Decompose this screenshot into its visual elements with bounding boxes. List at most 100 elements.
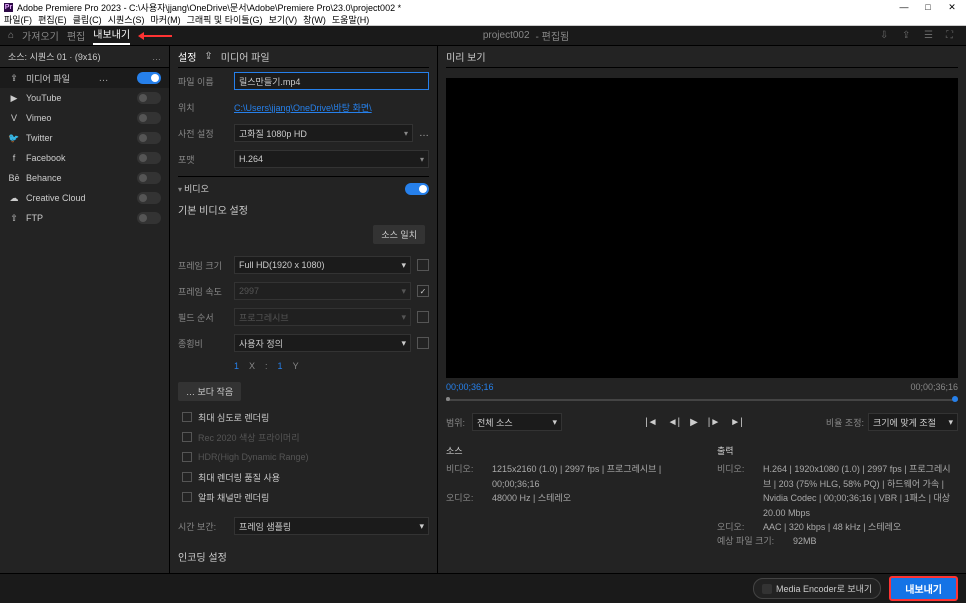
share-icon[interactable]: ⇪ [902, 30, 914, 42]
dest-vimeo[interactable]: VVimeo [0, 108, 169, 128]
step-back-button[interactable]: ◄| [668, 417, 681, 428]
cloud-icon: ☁ [8, 192, 20, 204]
send-to-media-encoder-button[interactable]: Media Encoder로 보내기 [753, 578, 881, 599]
chevron-down-icon: ▾ [420, 155, 424, 164]
timecode-current[interactable]: 00;00;36;16 [446, 382, 494, 392]
dest-facebook-toggle[interactable] [137, 152, 161, 164]
filename-input[interactable] [234, 72, 429, 90]
frame-size-match-checkbox[interactable] [417, 259, 429, 271]
video-section-toggle[interactable] [405, 183, 429, 195]
source-info: 소스 비디오:1215x2160 (1.0) | 2997 fps | 프로그레… [446, 444, 687, 549]
location-link[interactable]: C:\Users\jjang\OneDrive\바탕 화면\ [234, 101, 429, 114]
project-status: - 편집됨 [536, 28, 570, 43]
source-match-button[interactable]: 소스 일치 [373, 225, 425, 244]
output-info: 출력 비디오:H.264 | 1920x1080 (1.0) | 2997 fp… [717, 444, 958, 549]
output-video-key: 비디오: [717, 462, 757, 520]
aspect-x-value[interactable]: 1 [234, 361, 239, 371]
dest-facebook[interactable]: fFacebook [0, 148, 169, 168]
mode-export[interactable]: 내보내기 [93, 26, 130, 45]
dest-behance[interactable]: BēBehance [0, 168, 169, 188]
menu-marker[interactable]: 마커(M) [151, 13, 181, 26]
format-select[interactable]: H.264▾ [234, 150, 429, 168]
dest-twitter-toggle[interactable] [137, 132, 161, 144]
frame-size-select[interactable]: Full HD(1920 x 1080)▾ [234, 256, 411, 274]
preview-timeline[interactable] [446, 394, 958, 406]
quick-export-icon[interactable]: ⇩ [880, 30, 892, 42]
preset-menu[interactable]: … [419, 128, 429, 139]
menu-edit[interactable]: 편집(E) [38, 13, 67, 26]
dest-creative-cloud[interactable]: ☁Creative Cloud [0, 188, 169, 208]
mode-edit[interactable]: 편집 [67, 28, 85, 43]
dest-cc-toggle[interactable] [137, 192, 161, 204]
window-close[interactable]: ✕ [946, 2, 958, 13]
aspect-y-value[interactable]: 1 [278, 361, 283, 371]
output-audio-key: 오디오: [717, 520, 757, 534]
range-select[interactable]: 전체 소스▾ [472, 413, 562, 431]
fullscreen-icon[interactable]: ⛶ [946, 30, 958, 42]
timeline-playhead[interactable] [952, 396, 958, 402]
source-value: 시퀀스 01 · (9x16) [30, 52, 101, 62]
timeline-in-point[interactable] [446, 397, 450, 401]
home-icon[interactable]: ⌂ [8, 30, 14, 41]
frame-rate-label: 프레임 속도 [178, 285, 228, 298]
aspect-select[interactable]: 사용자 정의▾ [234, 334, 411, 352]
dest-behance-toggle[interactable] [137, 172, 161, 184]
settings-subtab-icon: ⇪ [204, 51, 212, 62]
max-quality-checkbox[interactable] [182, 472, 192, 482]
menubar: 파일(F) 편집(E) 클립(C) 시퀀스(S) 마커(M) 그래픽 및 타이틀… [0, 14, 966, 26]
max-depth-checkbox[interactable] [182, 412, 192, 422]
export-button[interactable]: 내보내기 [889, 576, 958, 601]
est-size-value: 92MB [793, 534, 958, 548]
dest-twitter[interactable]: 🐦Twitter [0, 128, 169, 148]
window-minimize[interactable]: — [898, 2, 910, 13]
alpha-only-checkbox[interactable] [182, 492, 192, 502]
dest-vimeo-toggle[interactable] [137, 112, 161, 124]
menu-file[interactable]: 파일(F) [4, 13, 32, 26]
dest-ftp[interactable]: ⇧FTP [0, 208, 169, 228]
dest-media-file-menu[interactable]: … [98, 73, 108, 84]
source-video-value: 1215x2160 (1.0) | 2997 fps | 프로그레시브 | 00… [492, 462, 687, 491]
settings-tab[interactable]: 설정 [178, 49, 196, 64]
dest-youtube-toggle[interactable] [137, 92, 161, 104]
aspect-match-checkbox[interactable] [417, 337, 429, 349]
chevron-down-icon: ▾ [178, 185, 182, 194]
dest-media-file-toggle[interactable] [137, 72, 161, 84]
preview-header: 미리 보기 [446, 46, 958, 68]
source-header: 소스 [446, 444, 687, 458]
frame-rate-select[interactable]: 2997▾ [234, 282, 411, 300]
menu-help[interactable]: 도움말(H) [332, 13, 369, 26]
frame-rate-match-checkbox[interactable] [417, 285, 429, 297]
time-interp-label: 시간 보간: [178, 520, 228, 533]
menu-graphics[interactable]: 그래픽 및 타이틀(G) [187, 13, 263, 26]
alpha-only-label: 알파 채널만 렌더링 [198, 491, 269, 504]
step-forward-button[interactable]: |► [708, 417, 721, 428]
go-to-out-button[interactable]: ►| [730, 417, 743, 428]
workspace-icon[interactable]: ☰ [924, 30, 936, 42]
output-header: 출력 [717, 444, 958, 458]
time-interp-select[interactable]: 프레임 샘플링▾ [234, 517, 429, 535]
dest-youtube[interactable]: ▶YouTube [0, 88, 169, 108]
menu-sequence[interactable]: 시퀀스(S) [108, 13, 145, 26]
preset-select[interactable]: 고화질 1080p HD▾ [234, 124, 413, 142]
field-order-match-checkbox[interactable] [417, 311, 429, 323]
menu-clip[interactable]: 클립(C) [73, 13, 102, 26]
go-to-in-button[interactable]: |◄ [645, 417, 658, 428]
mode-import[interactable]: 가져오기 [22, 28, 59, 43]
chevron-down-icon: ▾ [404, 129, 408, 138]
dest-media-file[interactable]: ⇪미디어 파일 … [0, 68, 169, 88]
range-label: 범위: [446, 416, 472, 429]
source-menu[interactable]: … [152, 52, 161, 62]
window-maximize[interactable]: □ [922, 2, 934, 13]
frame-size-label: 프레임 크기 [178, 259, 228, 272]
scale-select[interactable]: 크기에 맞게 조절▾ [868, 413, 958, 431]
aspect-y-label: Y [293, 361, 299, 371]
play-button[interactable]: ▶ [690, 417, 698, 428]
video-section-label[interactable]: 비디오 [184, 184, 209, 194]
settings-subtab-label: 미디어 파일 [221, 49, 270, 64]
menu-window[interactable]: 창(W) [303, 13, 326, 26]
field-order-select[interactable]: 프로그레시브▾ [234, 308, 411, 326]
rec2020-checkbox [182, 432, 192, 442]
dest-ftp-toggle[interactable] [137, 212, 161, 224]
show-less-button[interactable]: … 보다 작음 [178, 382, 241, 401]
menu-view[interactable]: 보기(V) [269, 13, 298, 26]
